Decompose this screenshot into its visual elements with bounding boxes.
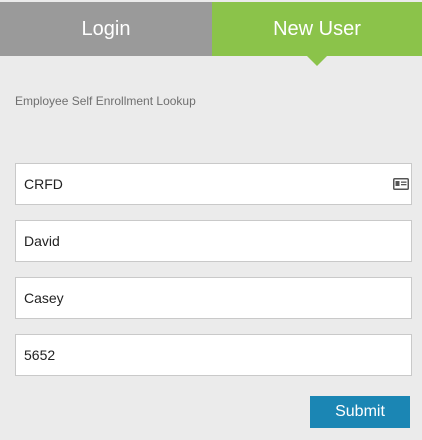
company-code-field[interactable]	[15, 163, 412, 205]
tab-login-label: Login	[81, 17, 131, 40]
id-digits-input[interactable]	[24, 347, 384, 363]
last-name-field[interactable]	[15, 277, 412, 319]
first-name-field[interactable]	[15, 220, 412, 262]
id-card-icon	[393, 178, 409, 190]
id-digits-field[interactable]	[15, 334, 412, 376]
active-tab-indicator	[307, 56, 327, 66]
submit-button[interactable]: Submit	[310, 396, 410, 428]
tab-new-user-label: New User	[273, 17, 361, 40]
form-subtitle: Employee Self Enrollment Lookup	[15, 94, 196, 108]
last-name-input[interactable]	[24, 290, 384, 306]
tab-login[interactable]: Login	[0, 2, 212, 56]
company-code-input[interactable]	[24, 176, 384, 192]
tab-bar: Login New User	[0, 2, 422, 66]
tab-new-user[interactable]: New User	[212, 2, 422, 66]
first-name-input[interactable]	[24, 233, 384, 249]
